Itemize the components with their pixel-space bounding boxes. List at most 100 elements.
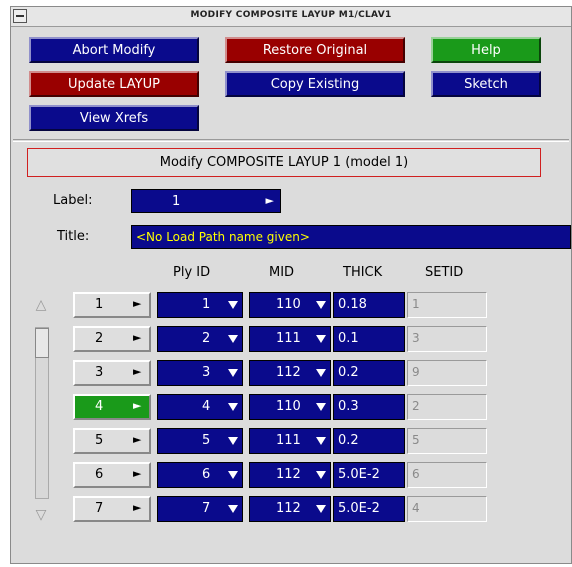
ply-id-dropdown[interactable]: 2 — [157, 326, 243, 352]
thick-value: 0.18 — [338, 297, 367, 312]
thick-value: 0.2 — [338, 433, 359, 448]
row-number: 3 — [95, 365, 104, 380]
triangle-down-icon — [228, 403, 238, 411]
mid-value: 112 — [276, 501, 301, 516]
setid-field: 1 — [407, 292, 487, 318]
restore-original-button[interactable]: Restore Original — [225, 37, 405, 63]
row-select-button[interactable]: 5 ► — [73, 428, 151, 454]
thick-input[interactable]: 0.1 — [333, 326, 405, 352]
label-value: 1 — [172, 193, 181, 209]
ply-id-dropdown[interactable]: 4 — [157, 394, 243, 420]
setid-field: 6 — [407, 462, 487, 488]
triangle-down-icon — [316, 471, 326, 479]
triangle-down-icon — [316, 437, 326, 445]
thick-value: 0.2 — [338, 365, 359, 380]
mid-dropdown[interactable]: 110 — [249, 394, 331, 420]
triangle-down-icon — [228, 505, 238, 513]
label-input[interactable]: 1 ► — [131, 189, 281, 213]
setid-field: 5 — [407, 428, 487, 454]
thick-input[interactable]: 0.2 — [333, 428, 405, 454]
triangle-right-icon: ► — [133, 433, 142, 446]
triangle-down-icon — [228, 369, 238, 377]
thick-value: 5.0E-2 — [338, 467, 380, 482]
mid-dropdown[interactable]: 112 — [249, 462, 331, 488]
modify-heading: Modify COMPOSITE LAYUP 1 (model 1) — [27, 148, 541, 177]
setid-field: 9 — [407, 360, 487, 386]
view-xrefs-button[interactable]: View Xrefs — [29, 105, 199, 131]
triangle-down-icon — [316, 505, 326, 513]
col-header-setid: SETID — [425, 265, 464, 280]
title-bar: MODIFY COMPOSITE LAYUP M1/CLAV1 — [11, 7, 571, 27]
thick-input[interactable]: 5.0E-2 — [333, 462, 405, 488]
title-input[interactable]: <No Load Path name given> — [131, 225, 571, 249]
triangle-down-icon — [316, 369, 326, 377]
label-caption: Label: — [53, 193, 93, 208]
title-caption: Title: — [57, 229, 90, 244]
row-select-button[interactable]: 1 ► — [73, 292, 151, 318]
triangle-right-icon: ► — [133, 297, 142, 310]
triangle-down-icon — [228, 437, 238, 445]
row-number: 1 — [95, 297, 104, 312]
row-select-button[interactable]: 4 ► — [73, 394, 151, 420]
col-header-thick: THICK — [343, 265, 383, 280]
ply-id-value: 5 — [202, 433, 211, 448]
scroll-thumb[interactable] — [35, 328, 49, 358]
triangle-down-icon — [316, 403, 326, 411]
setid-field: 4 — [407, 496, 487, 522]
ply-id-value: 7 — [202, 501, 211, 516]
copy-existing-button[interactable]: Copy Existing — [225, 71, 405, 97]
thick-input[interactable]: 0.18 — [333, 292, 405, 318]
triangle-down-icon — [228, 471, 238, 479]
row-select-button[interactable]: 3 ► — [73, 360, 151, 386]
setid-field: 3 — [407, 326, 487, 352]
row-select-button[interactable]: 7 ► — [73, 496, 151, 522]
mid-dropdown[interactable]: 111 — [249, 428, 331, 454]
row-number: 2 — [95, 331, 104, 346]
ply-id-dropdown[interactable]: 1 — [157, 292, 243, 318]
triangle-down-icon — [228, 301, 238, 309]
row-select-button[interactable]: 6 ► — [73, 462, 151, 488]
ply-id-value: 4 — [202, 399, 211, 414]
mid-dropdown[interactable]: 112 — [249, 496, 331, 522]
triangle-down-icon — [316, 335, 326, 343]
mid-dropdown[interactable]: 112 — [249, 360, 331, 386]
modify-composite-layup-window: MODIFY COMPOSITE LAYUP M1/CLAV1 Abort Mo… — [10, 6, 572, 564]
col-header-ply-id: Ply ID — [173, 265, 211, 280]
thick-input[interactable]: 5.0E-2 — [333, 496, 405, 522]
mid-value: 110 — [276, 399, 301, 414]
ply-id-dropdown[interactable]: 7 — [157, 496, 243, 522]
ply-id-dropdown[interactable]: 6 — [157, 462, 243, 488]
thick-value: 5.0E-2 — [338, 501, 380, 516]
scrollbar[interactable] — [35, 327, 49, 499]
triangle-right-icon: ► — [133, 365, 142, 378]
triangle-down-icon — [228, 335, 238, 343]
row-select-button[interactable]: 2 ► — [73, 326, 151, 352]
scroll-up-icon[interactable]: △ — [31, 297, 51, 315]
window-title: MODIFY COMPOSITE LAYUP M1/CLAV1 — [190, 10, 392, 20]
scroll-down-icon[interactable]: ▽ — [31, 507, 51, 525]
thick-input[interactable]: 0.2 — [333, 360, 405, 386]
triangle-right-icon: ► — [133, 399, 142, 412]
abort-modify-button[interactable]: Abort Modify — [29, 37, 199, 63]
row-number: 5 — [95, 433, 104, 448]
thick-value: 0.1 — [338, 331, 359, 346]
mid-value: 112 — [276, 365, 301, 380]
mid-dropdown[interactable]: 111 — [249, 326, 331, 352]
mid-value: 111 — [276, 433, 301, 448]
triangle-right-icon: ► — [133, 501, 142, 514]
triangle-right-icon: ► — [133, 331, 142, 344]
ply-id-dropdown[interactable]: 5 — [157, 428, 243, 454]
row-number: 6 — [95, 467, 104, 482]
mid-dropdown[interactable]: 110 — [249, 292, 331, 318]
ply-id-value: 3 — [202, 365, 211, 380]
row-number: 4 — [95, 399, 104, 414]
update-layup-button[interactable]: Update LAYUP — [29, 71, 199, 97]
thick-input[interactable]: 0.3 — [333, 394, 405, 420]
ply-id-dropdown[interactable]: 3 — [157, 360, 243, 386]
triangle-right-icon: ► — [133, 467, 142, 480]
sketch-button[interactable]: Sketch — [431, 71, 541, 97]
triangle-right-icon: ► — [265, 194, 274, 207]
mid-value: 112 — [276, 467, 301, 482]
ply-id-value: 2 — [202, 331, 211, 346]
help-button[interactable]: Help — [431, 37, 541, 63]
